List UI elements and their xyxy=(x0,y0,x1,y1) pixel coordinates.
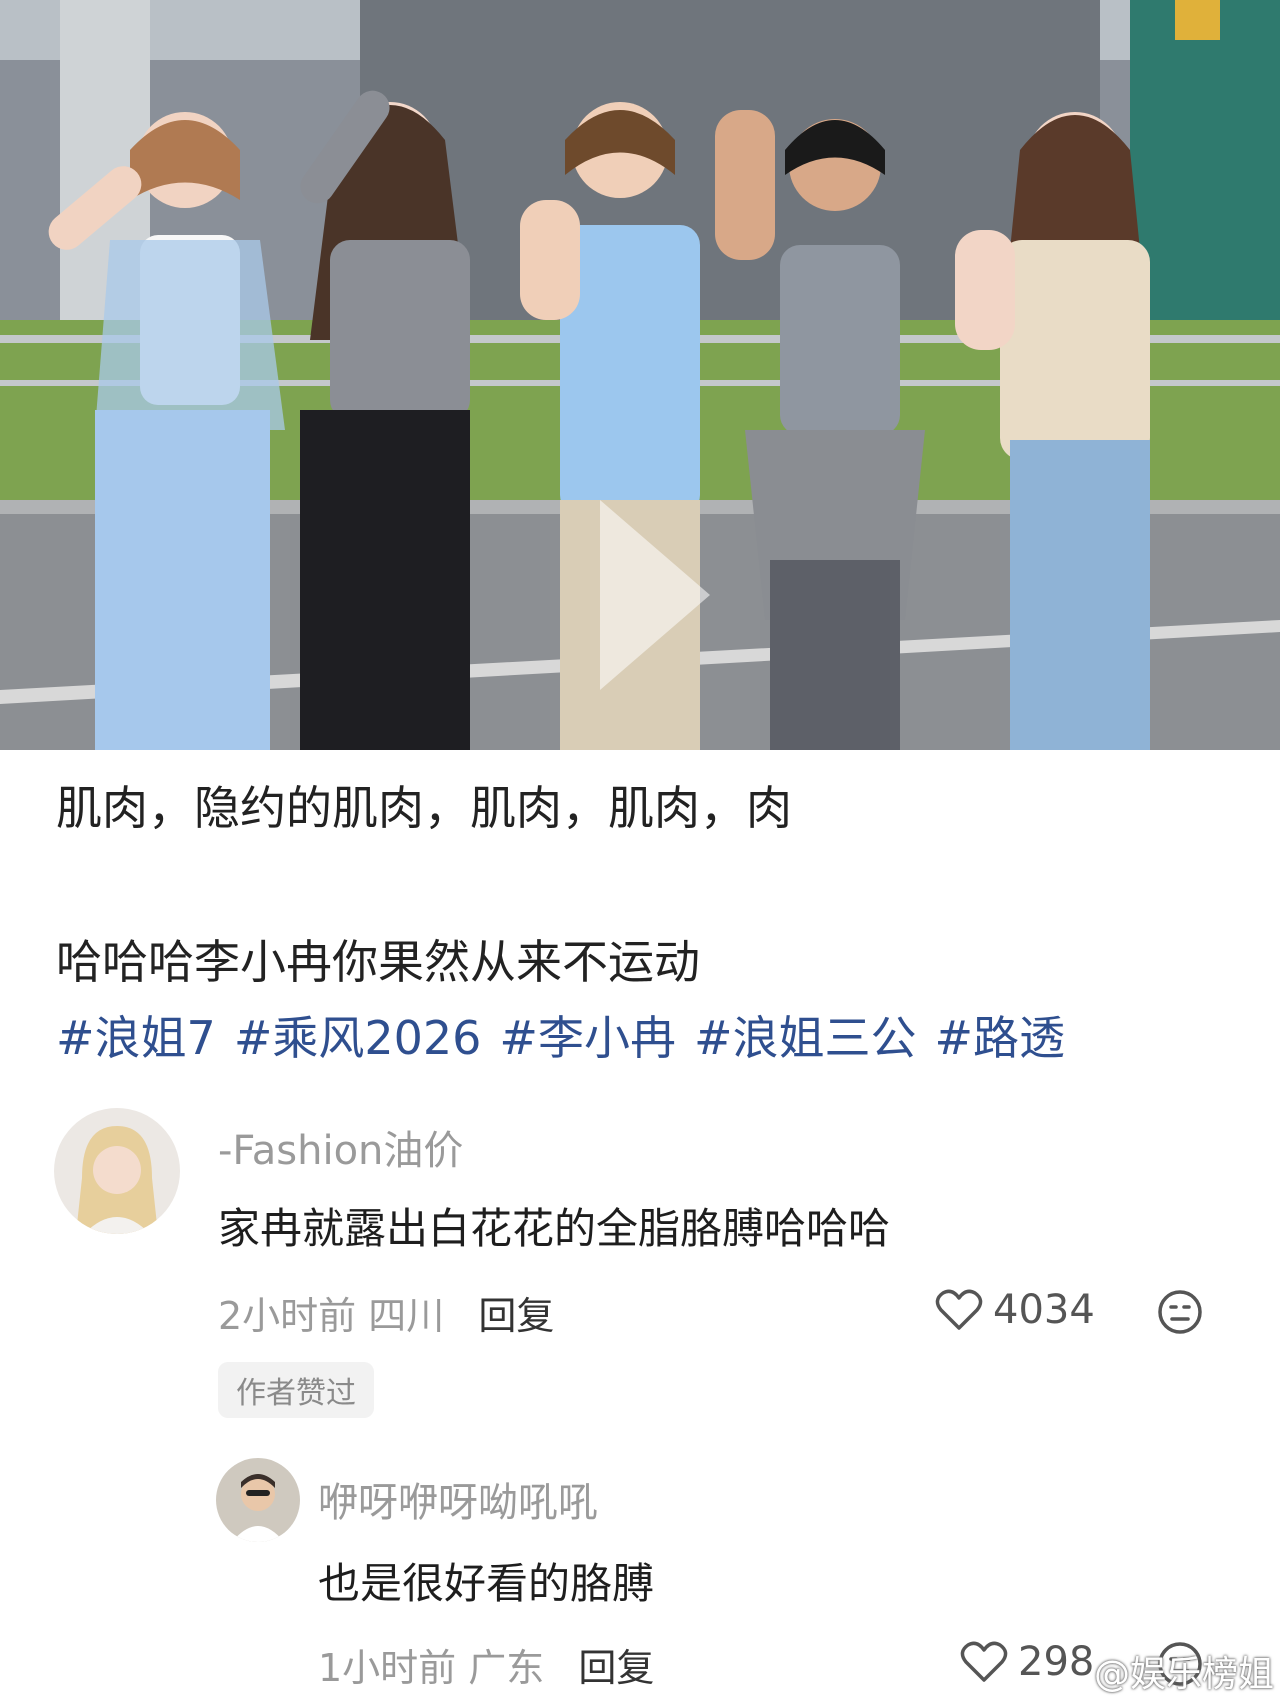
comment-username[interactable]: -Fashion油价 xyxy=(218,1118,463,1176)
watermark-text: @娱乐榜姐 xyxy=(1093,1654,1274,1695)
comment-username[interactable]: 咿呀咿呀呦吼吼 xyxy=(318,1470,598,1528)
heart-icon xyxy=(935,1289,983,1330)
comment-meta: 1小时前 广东 回复 xyxy=(318,1637,654,1692)
like-count: 4034 xyxy=(993,1287,1095,1333)
reply-button[interactable]: 回复 xyxy=(478,1294,554,1338)
hashtag-link[interactable]: #乘风2026 xyxy=(234,1011,482,1065)
user-avatar[interactable] xyxy=(216,1458,300,1542)
author-liked-badge: 作者赞过 xyxy=(218,1362,374,1418)
reply-button[interactable]: 回复 xyxy=(578,1646,654,1690)
post-text-line-1: 肌肉，隐约的肌肉，肌肉，肌肉，肉 xyxy=(56,781,792,835)
heart-icon xyxy=(960,1641,1008,1682)
comment-time: 2小时前 xyxy=(218,1294,357,1338)
hashtag-link[interactable]: #李小冉 xyxy=(499,1011,676,1065)
person-figure xyxy=(300,90,470,750)
emoji-face-icon xyxy=(1158,1290,1202,1334)
reaction-button[interactable] xyxy=(1156,1288,1204,1340)
comment-time: 1小时前 xyxy=(318,1646,457,1690)
comment-location: 广东 xyxy=(468,1646,545,1690)
hashtag-link[interactable]: #浪姐三公 xyxy=(694,1011,917,1065)
like-button[interactable]: 4034 xyxy=(935,1287,1095,1333)
comment-meta: 2小时前 四川 回复 xyxy=(218,1285,554,1340)
post-photo[interactable] xyxy=(0,0,1280,750)
comment-text: 家冉就露出白花花的全脂胳膊哈哈哈 xyxy=(218,1204,891,1253)
like-button[interactable]: 298 xyxy=(960,1639,1094,1685)
hashtag-link[interactable]: #浪姐7 xyxy=(56,1011,216,1065)
comment-location: 四川 xyxy=(368,1294,445,1338)
hashtag-link[interactable]: #路透 xyxy=(935,1011,1066,1065)
hashtag-list: #浪姐7 #乘风2026 #李小冉 #浪姐三公 #路透 xyxy=(56,1008,1083,1068)
user-avatar[interactable] xyxy=(54,1108,180,1234)
like-count: 298 xyxy=(1018,1639,1095,1685)
comment-text: 也是很好看的胳膊 xyxy=(318,1559,655,1608)
post-text-line-2: 哈哈哈李小冉你果然从来不运动 xyxy=(56,935,700,989)
